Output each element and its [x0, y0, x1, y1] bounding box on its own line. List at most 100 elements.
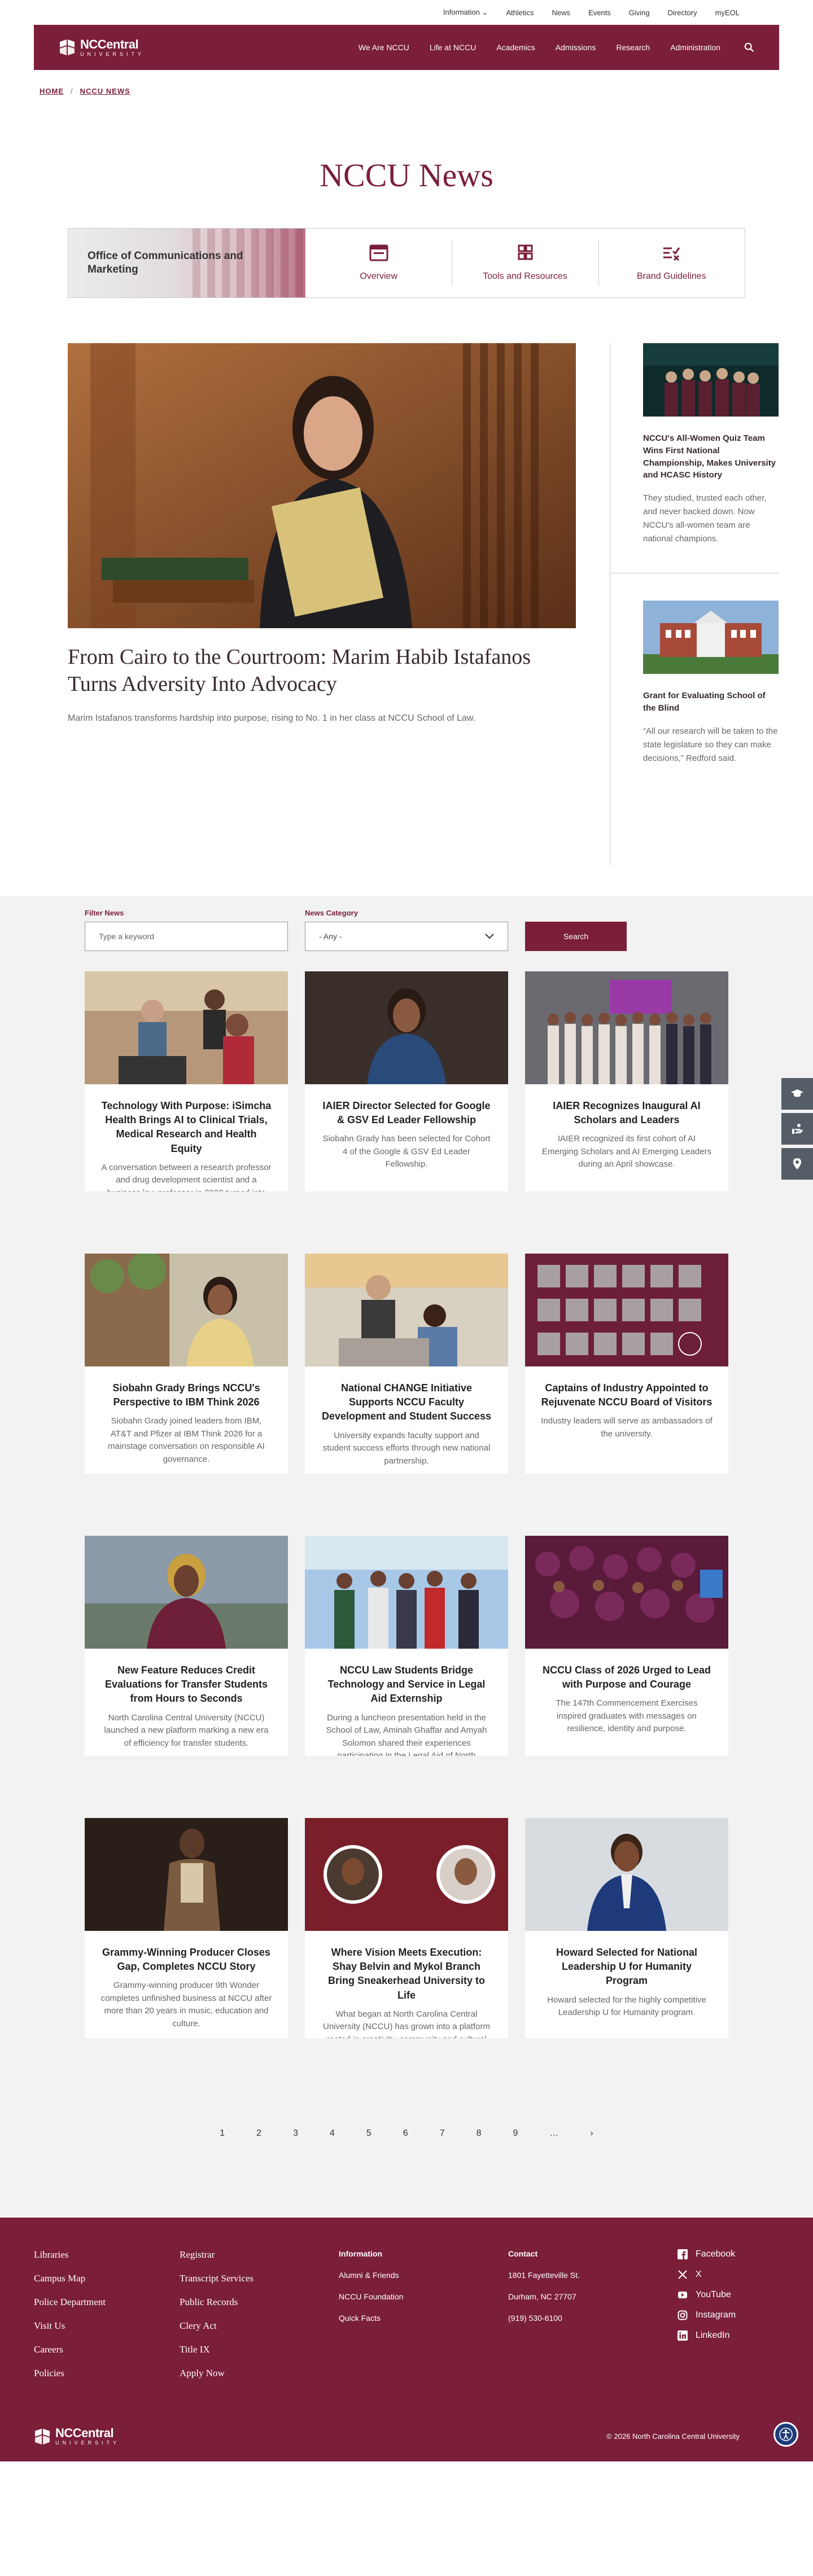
page-link[interactable]: 3: [293, 2128, 298, 2139]
footer-link[interactable]: Registrar: [180, 2249, 339, 2260]
side-story[interactable]: NCCU's All-Women Quiz Team Wins First Na…: [643, 343, 779, 573]
page-link[interactable]: 4: [330, 2128, 335, 2139]
page-link[interactable]: 7: [440, 2128, 445, 2139]
graduation-cap-icon[interactable]: [781, 1078, 813, 1110]
contact-phone[interactable]: (919) 530-6100: [508, 2314, 678, 2323]
page-link[interactable]: 1: [220, 2128, 225, 2139]
news-card-image[interactable]: [305, 971, 508, 1084]
news-card-image[interactable]: [525, 1818, 728, 1931]
news-card-title[interactable]: New Feature Reduces Credit Evaluations f…: [100, 1663, 272, 1706]
breadcrumb-home[interactable]: HOME: [40, 87, 64, 95]
search-icon[interactable]: [744, 42, 754, 52]
news-card-image[interactable]: [85, 1536, 288, 1649]
news-card-title[interactable]: NCCU Class of 2026 Urged to Lead with Pu…: [541, 1663, 713, 1692]
search-button[interactable]: Search: [525, 922, 627, 951]
featured-image[interactable]: [68, 343, 576, 628]
map-pin-icon[interactable]: [781, 1148, 813, 1180]
utility-link-directory[interactable]: Directory: [668, 8, 697, 17]
news-card[interactable]: NCCU Class of 2026 Urged to Lead with Pu…: [525, 1536, 728, 1756]
nav-administration[interactable]: Administration: [670, 43, 720, 52]
page-link[interactable]: 5: [366, 2128, 371, 2139]
site-logo[interactable]: NCCentral UNIVERSITY: [59, 38, 145, 57]
news-card-image[interactable]: [305, 1536, 508, 1649]
news-card-image[interactable]: [85, 971, 288, 1084]
office-link-overview[interactable]: Overview: [305, 229, 452, 297]
footer-link[interactable]: Alumni & Friends: [339, 2271, 508, 2280]
news-card[interactable]: Siobahn Grady Brings NCCU's Perspective …: [85, 1254, 288, 1474]
news-card-title[interactable]: NCCU Law Students Bridge Technology and …: [321, 1663, 492, 1706]
footer-link[interactable]: Careers: [34, 2344, 180, 2355]
news-card-title[interactable]: Technology With Purpose: iSimcha Health …: [100, 1099, 272, 1156]
utility-link-news[interactable]: News: [552, 8, 571, 17]
utility-link-giving[interactable]: Giving: [629, 8, 650, 17]
side-story-title[interactable]: Grant for Evaluating School of the Blind: [643, 690, 779, 715]
side-story-image[interactable]: [643, 343, 779, 417]
footer-link[interactable]: Public Records: [180, 2297, 339, 2308]
footer-link[interactable]: Campus Map: [34, 2273, 180, 2284]
footer-link[interactable]: Libraries: [34, 2249, 180, 2260]
footer-logo[interactable]: NCCentral UNIVERSITY: [34, 2427, 120, 2446]
page-link[interactable]: 9: [513, 2128, 518, 2139]
news-card[interactable]: Howard Selected for National Leadership …: [525, 1818, 728, 2038]
footer-link[interactable]: NCCU Foundation: [339, 2292, 508, 2301]
news-card-image[interactable]: [525, 1254, 728, 1366]
footer-link[interactable]: Quick Facts: [339, 2314, 508, 2323]
news-card-title[interactable]: IAIER Recognizes Inaugural AI Scholars a…: [541, 1099, 713, 1127]
news-card[interactable]: Technology With Purpose: iSimcha Health …: [85, 971, 288, 1191]
news-card-image[interactable]: [85, 1254, 288, 1366]
footer-link[interactable]: Policies: [34, 2368, 180, 2379]
social-youtube[interactable]: YouTube: [678, 2290, 736, 2300]
page-link[interactable]: 8: [477, 2128, 482, 2139]
nav-academics[interactable]: Academics: [496, 43, 535, 52]
news-card-title[interactable]: Siobahn Grady Brings NCCU's Perspective …: [100, 1381, 272, 1409]
news-card[interactable]: IAIER Director Selected for Google & GSV…: [305, 971, 508, 1191]
footer-link[interactable]: Apply Now: [180, 2368, 339, 2379]
news-card[interactable]: Where Vision Meets Execution: Shay Belvi…: [305, 1818, 508, 2038]
next-page-link[interactable]: ›: [590, 2128, 593, 2139]
featured-story[interactable]: From Cairo to the Courtroom: Marim Habib…: [68, 343, 576, 865]
social-x[interactable]: X: [678, 2270, 736, 2280]
footer-link[interactable]: Transcript Services: [180, 2273, 339, 2284]
accessibility-icon[interactable]: [773, 2422, 798, 2447]
news-card-image[interactable]: [525, 971, 728, 1084]
news-card-image[interactable]: [305, 1818, 508, 1931]
social-linkedin[interactable]: LinkedIn: [678, 2330, 736, 2341]
nav-we-are-nccu[interactable]: We Are NCCU: [359, 43, 409, 52]
news-card[interactable]: Grammy-Winning Producer Closes Gap, Comp…: [85, 1818, 288, 2038]
news-card-title[interactable]: IAIER Director Selected for Google & GSV…: [321, 1099, 492, 1127]
nav-life-at-nccu[interactable]: Life at NCCU: [430, 43, 476, 52]
footer-link[interactable]: Title IX: [180, 2344, 339, 2355]
page-link[interactable]: 2: [256, 2128, 261, 2139]
side-story-image[interactable]: [643, 601, 779, 674]
featured-title[interactable]: From Cairo to the Courtroom: Marim Habib…: [68, 644, 576, 698]
utility-link-events[interactable]: Events: [588, 8, 611, 17]
page-link[interactable]: 6: [403, 2128, 408, 2139]
office-link-brand[interactable]: Brand Guidelines: [598, 229, 745, 297]
news-card-image[interactable]: [305, 1254, 508, 1366]
news-card[interactable]: National CHANGE Initiative Supports NCCU…: [305, 1254, 508, 1474]
news-card[interactable]: IAIER Recognizes Inaugural AI Scholars a…: [525, 971, 728, 1191]
news-card-image[interactable]: [525, 1536, 728, 1649]
news-card-title[interactable]: Captains of Industry Appointed to Rejuve…: [541, 1381, 713, 1409]
hand-giving-icon[interactable]: [781, 1113, 813, 1145]
keyword-input[interactable]: Type a keyword: [85, 922, 288, 951]
side-story[interactable]: Grant for Evaluating School of the Blind…: [610, 573, 779, 792]
news-card-image[interactable]: [85, 1818, 288, 1931]
nav-research[interactable]: Research: [616, 43, 650, 52]
news-card-title[interactable]: Where Vision Meets Execution: Shay Belvi…: [321, 1946, 492, 2003]
news-card[interactable]: NCCU Law Students Bridge Technology and …: [305, 1536, 508, 1756]
footer-link[interactable]: Clery Act: [180, 2320, 339, 2332]
utility-link-information[interactable]: Information ⌄: [443, 8, 488, 17]
news-card-title[interactable]: National CHANGE Initiative Supports NCCU…: [321, 1381, 492, 1424]
utility-link-athletics[interactable]: Athletics: [506, 8, 534, 17]
news-card[interactable]: Captains of Industry Appointed to Rejuve…: [525, 1254, 728, 1474]
footer-link[interactable]: Police Department: [34, 2297, 180, 2308]
category-select[interactable]: - Any -: [305, 922, 508, 951]
side-story-title[interactable]: NCCU's All-Women Quiz Team Wins First Na…: [643, 432, 779, 481]
news-card[interactable]: New Feature Reduces Credit Evaluations f…: [85, 1536, 288, 1756]
nav-admissions[interactable]: Admissions: [556, 43, 596, 52]
social-instagram[interactable]: Instagram: [678, 2310, 736, 2320]
social-facebook[interactable]: Facebook: [678, 2249, 736, 2259]
footer-link[interactable]: Visit Us: [34, 2320, 180, 2332]
breadcrumb-current[interactable]: NCCU NEWS: [80, 87, 130, 95]
